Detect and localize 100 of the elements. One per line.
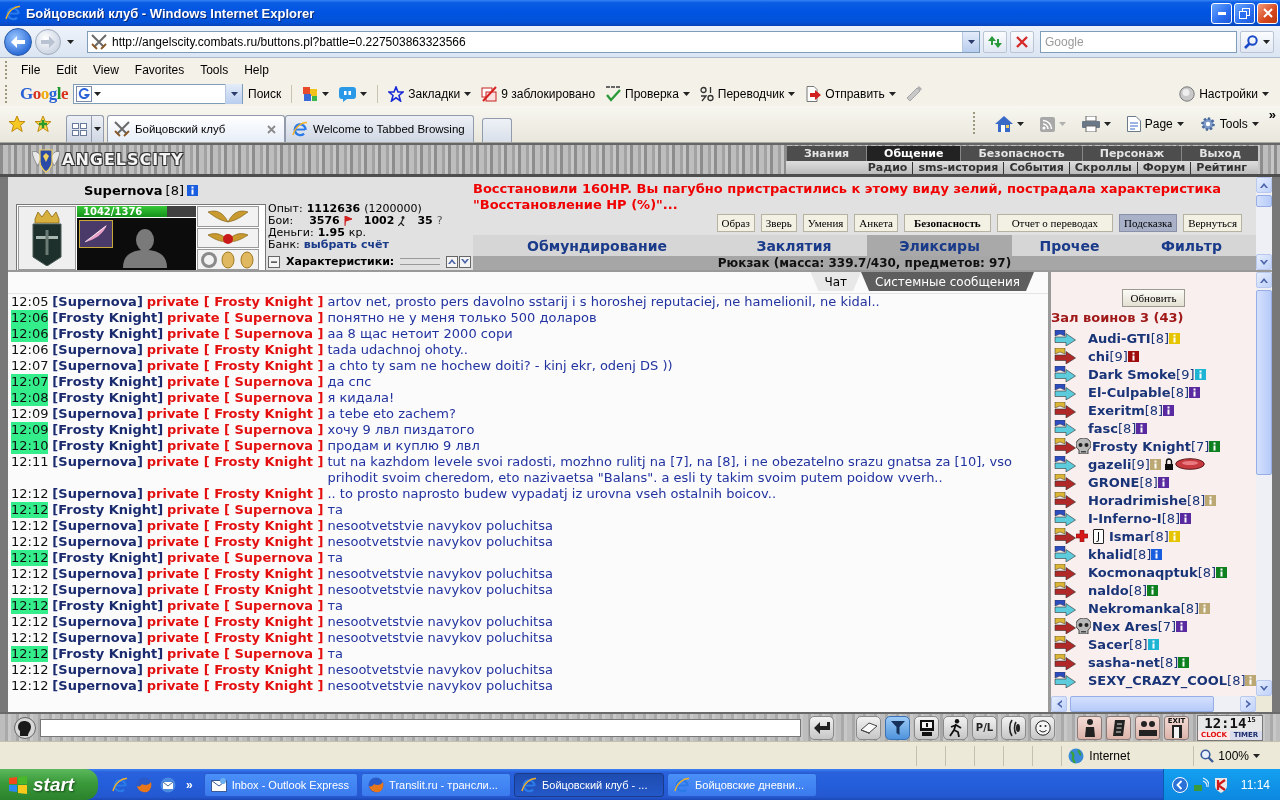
toolbar-search-field[interactable] <box>73 84 243 104</box>
user-name[interactable]: Audi-GTI <box>1088 330 1151 346</box>
sender-name[interactable]: [Supernova] <box>52 342 143 358</box>
sender-name[interactable]: [Supernova] <box>52 630 143 646</box>
chevron-left-icon[interactable] <box>1171 776 1188 793</box>
refresh-button[interactable]: Обновить <box>1121 289 1186 307</box>
private-recipient[interactable]: private [ Frosty Knight ] <box>146 678 324 694</box>
stop-button[interactable] <box>1010 30 1034 53</box>
nav-item[interactable]: Персонаж <box>1081 146 1182 161</box>
send-button[interactable]: Отправить <box>800 83 901 105</box>
log-button[interactable] <box>914 715 939 740</box>
private-recipient[interactable]: private [ Frosty Knight ] <box>146 566 324 582</box>
private-recipient[interactable]: private [ Frosty Knight ] <box>146 454 324 470</box>
inventory-tab[interactable]: Прочее <box>1012 235 1127 256</box>
private-recipient[interactable]: private [ Supernova ] <box>167 438 324 454</box>
inventory-button[interactable] <box>1077 715 1102 740</box>
scroll-thumb[interactable] <box>1256 290 1272 475</box>
action-button[interactable]: Вернуться <box>1183 214 1242 232</box>
user-name[interactable]: Nex Ares <box>1092 618 1158 634</box>
action-button[interactable]: Анкета <box>854 214 898 232</box>
tools-menu-button[interactable]: Tools <box>1195 112 1263 136</box>
private-recipient[interactable]: private [ Supernova ] <box>167 422 324 438</box>
scroll-left-button[interactable] <box>1051 696 1067 712</box>
private-recipient[interactable]: private [ Supernova ] <box>167 646 324 662</box>
user-name[interactable]: Horadrimishe <box>1088 492 1187 508</box>
private-recipient[interactable]: private [ Frosty Knight ] <box>146 358 324 374</box>
move-down-button[interactable] <box>459 255 471 268</box>
info-icon[interactable] <box>1209 440 1221 452</box>
private-recipient[interactable]: private [ Frosty Knight ] <box>146 662 324 678</box>
info-icon[interactable] <box>1157 476 1169 488</box>
menu-item[interactable]: Tools <box>192 61 237 79</box>
private-recipient[interactable]: private [ Frosty Knight ] <box>146 614 324 630</box>
sender-name[interactable]: [Supernova] <box>52 406 143 422</box>
private-recipient[interactable]: private [ Supernova ] <box>167 598 324 614</box>
menu-item[interactable]: Edit <box>48 61 86 79</box>
collapse-button[interactable] <box>268 255 280 268</box>
necklace-slot[interactable] <box>197 227 259 249</box>
new-tab-button[interactable] <box>481 118 512 142</box>
subnav-link[interactable]: Рейтинг <box>1190 161 1252 174</box>
nav-item[interactable]: Выход <box>1181 146 1258 161</box>
user-name[interactable]: GRONE <box>1088 474 1140 490</box>
address-dropdown-button[interactable] <box>962 31 979 52</box>
action-button[interactable]: Отчет о переводах <box>996 214 1114 232</box>
private-recipient[interactable]: private [ Frosty Knight ] <box>146 486 324 502</box>
sender-name[interactable]: [Frosty Knight] <box>52 598 164 614</box>
send-message-button[interactable] <box>809 715 834 740</box>
private-recipient[interactable]: private [ Frosty Knight ] <box>146 582 324 598</box>
action-button[interactable]: Зверь <box>760 214 797 232</box>
toolbar-grip[interactable] <box>972 112 975 136</box>
action-button[interactable]: Образ <box>716 214 755 232</box>
menu-item[interactable]: Favorites <box>126 61 193 79</box>
sender-name[interactable]: [Supernova] <box>52 358 143 374</box>
sender-name[interactable]: [Frosty Knight] <box>52 374 164 390</box>
head-icon[interactable] <box>14 716 36 739</box>
ring-icon[interactable] <box>238 250 256 269</box>
sender-name[interactable]: [Supernova] <box>52 454 143 470</box>
inventory-tab[interactable]: Эликсиры <box>867 235 1012 256</box>
bookmarks-button[interactable]: Закладки <box>383 83 477 105</box>
scroll-up-button[interactable] <box>1256 177 1272 193</box>
minimize-button[interactable] <box>1211 2 1232 24</box>
scroll-button[interactable] <box>1106 715 1131 740</box>
inventory-tab[interactable]: Обмундирование <box>473 235 721 256</box>
close-button[interactable] <box>1257 2 1278 24</box>
menu-item[interactable]: File <box>13 61 49 79</box>
private-recipient[interactable]: private [ Frosty Knight ] <box>146 406 324 422</box>
private-recipient[interactable]: private [ Supernova ] <box>167 550 324 566</box>
bank-link[interactable]: выбрать счёт <box>303 239 389 251</box>
action-button[interactable]: Подсказка <box>1119 214 1178 232</box>
pl-button[interactable]: P/L <box>972 715 997 740</box>
back-button[interactable] <box>4 27 32 56</box>
sender-name[interactable]: [Supernova] <box>52 518 143 534</box>
user-name[interactable]: Kocmonaqptuk <box>1088 564 1198 580</box>
private-recipient[interactable]: private [ Frosty Knight ] <box>146 534 324 550</box>
popup-blocker-button[interactable]: 9 заблокировано <box>476 83 601 105</box>
user-name[interactable]: Exeritm <box>1088 402 1145 418</box>
move-button[interactable] <box>943 715 968 740</box>
taskbar-button[interactable]: Inbox - Outlook Express <box>203 772 359 797</box>
sender-name[interactable]: [Frosty Knight] <box>52 550 164 566</box>
sender-name[interactable]: [Supernova] <box>52 294 143 310</box>
user-name[interactable]: khalid <box>1088 546 1133 562</box>
sender-name[interactable]: [Supernova] <box>52 534 143 550</box>
info-icon[interactable] <box>1127 350 1139 362</box>
more-chevron[interactable]: » <box>186 777 193 792</box>
search-dropdown-button[interactable] <box>225 84 242 104</box>
vertical-scrollbar[interactable] <box>1256 177 1272 270</box>
page-menu-button[interactable]: Page <box>1122 112 1188 136</box>
sender-name[interactable]: [Frosty Knight] <box>52 438 164 454</box>
info-icon[interactable] <box>1176 620 1188 632</box>
browser-tab[interactable]: Бойцовский клуб <box>107 115 285 142</box>
sender-name[interactable]: [Supernova] <box>52 662 143 678</box>
smiley-button[interactable] <box>1030 715 1055 740</box>
sender-name[interactable]: [Frosty Knight] <box>52 422 164 438</box>
nav-item[interactable]: Безопасность <box>960 146 1082 161</box>
amulet-slot[interactable] <box>197 206 259 227</box>
nav-item[interactable]: Знания <box>786 146 867 161</box>
feather-item-icon[interactable] <box>79 220 113 248</box>
friends-button[interactable] <box>1135 715 1160 740</box>
info-icon[interactable] <box>1136 422 1148 434</box>
browser-tab[interactable]: Welcome to Tabbed Browsing <box>285 115 474 142</box>
taskbar-button[interactable]: Translit.ru - трансли... <box>361 772 512 797</box>
